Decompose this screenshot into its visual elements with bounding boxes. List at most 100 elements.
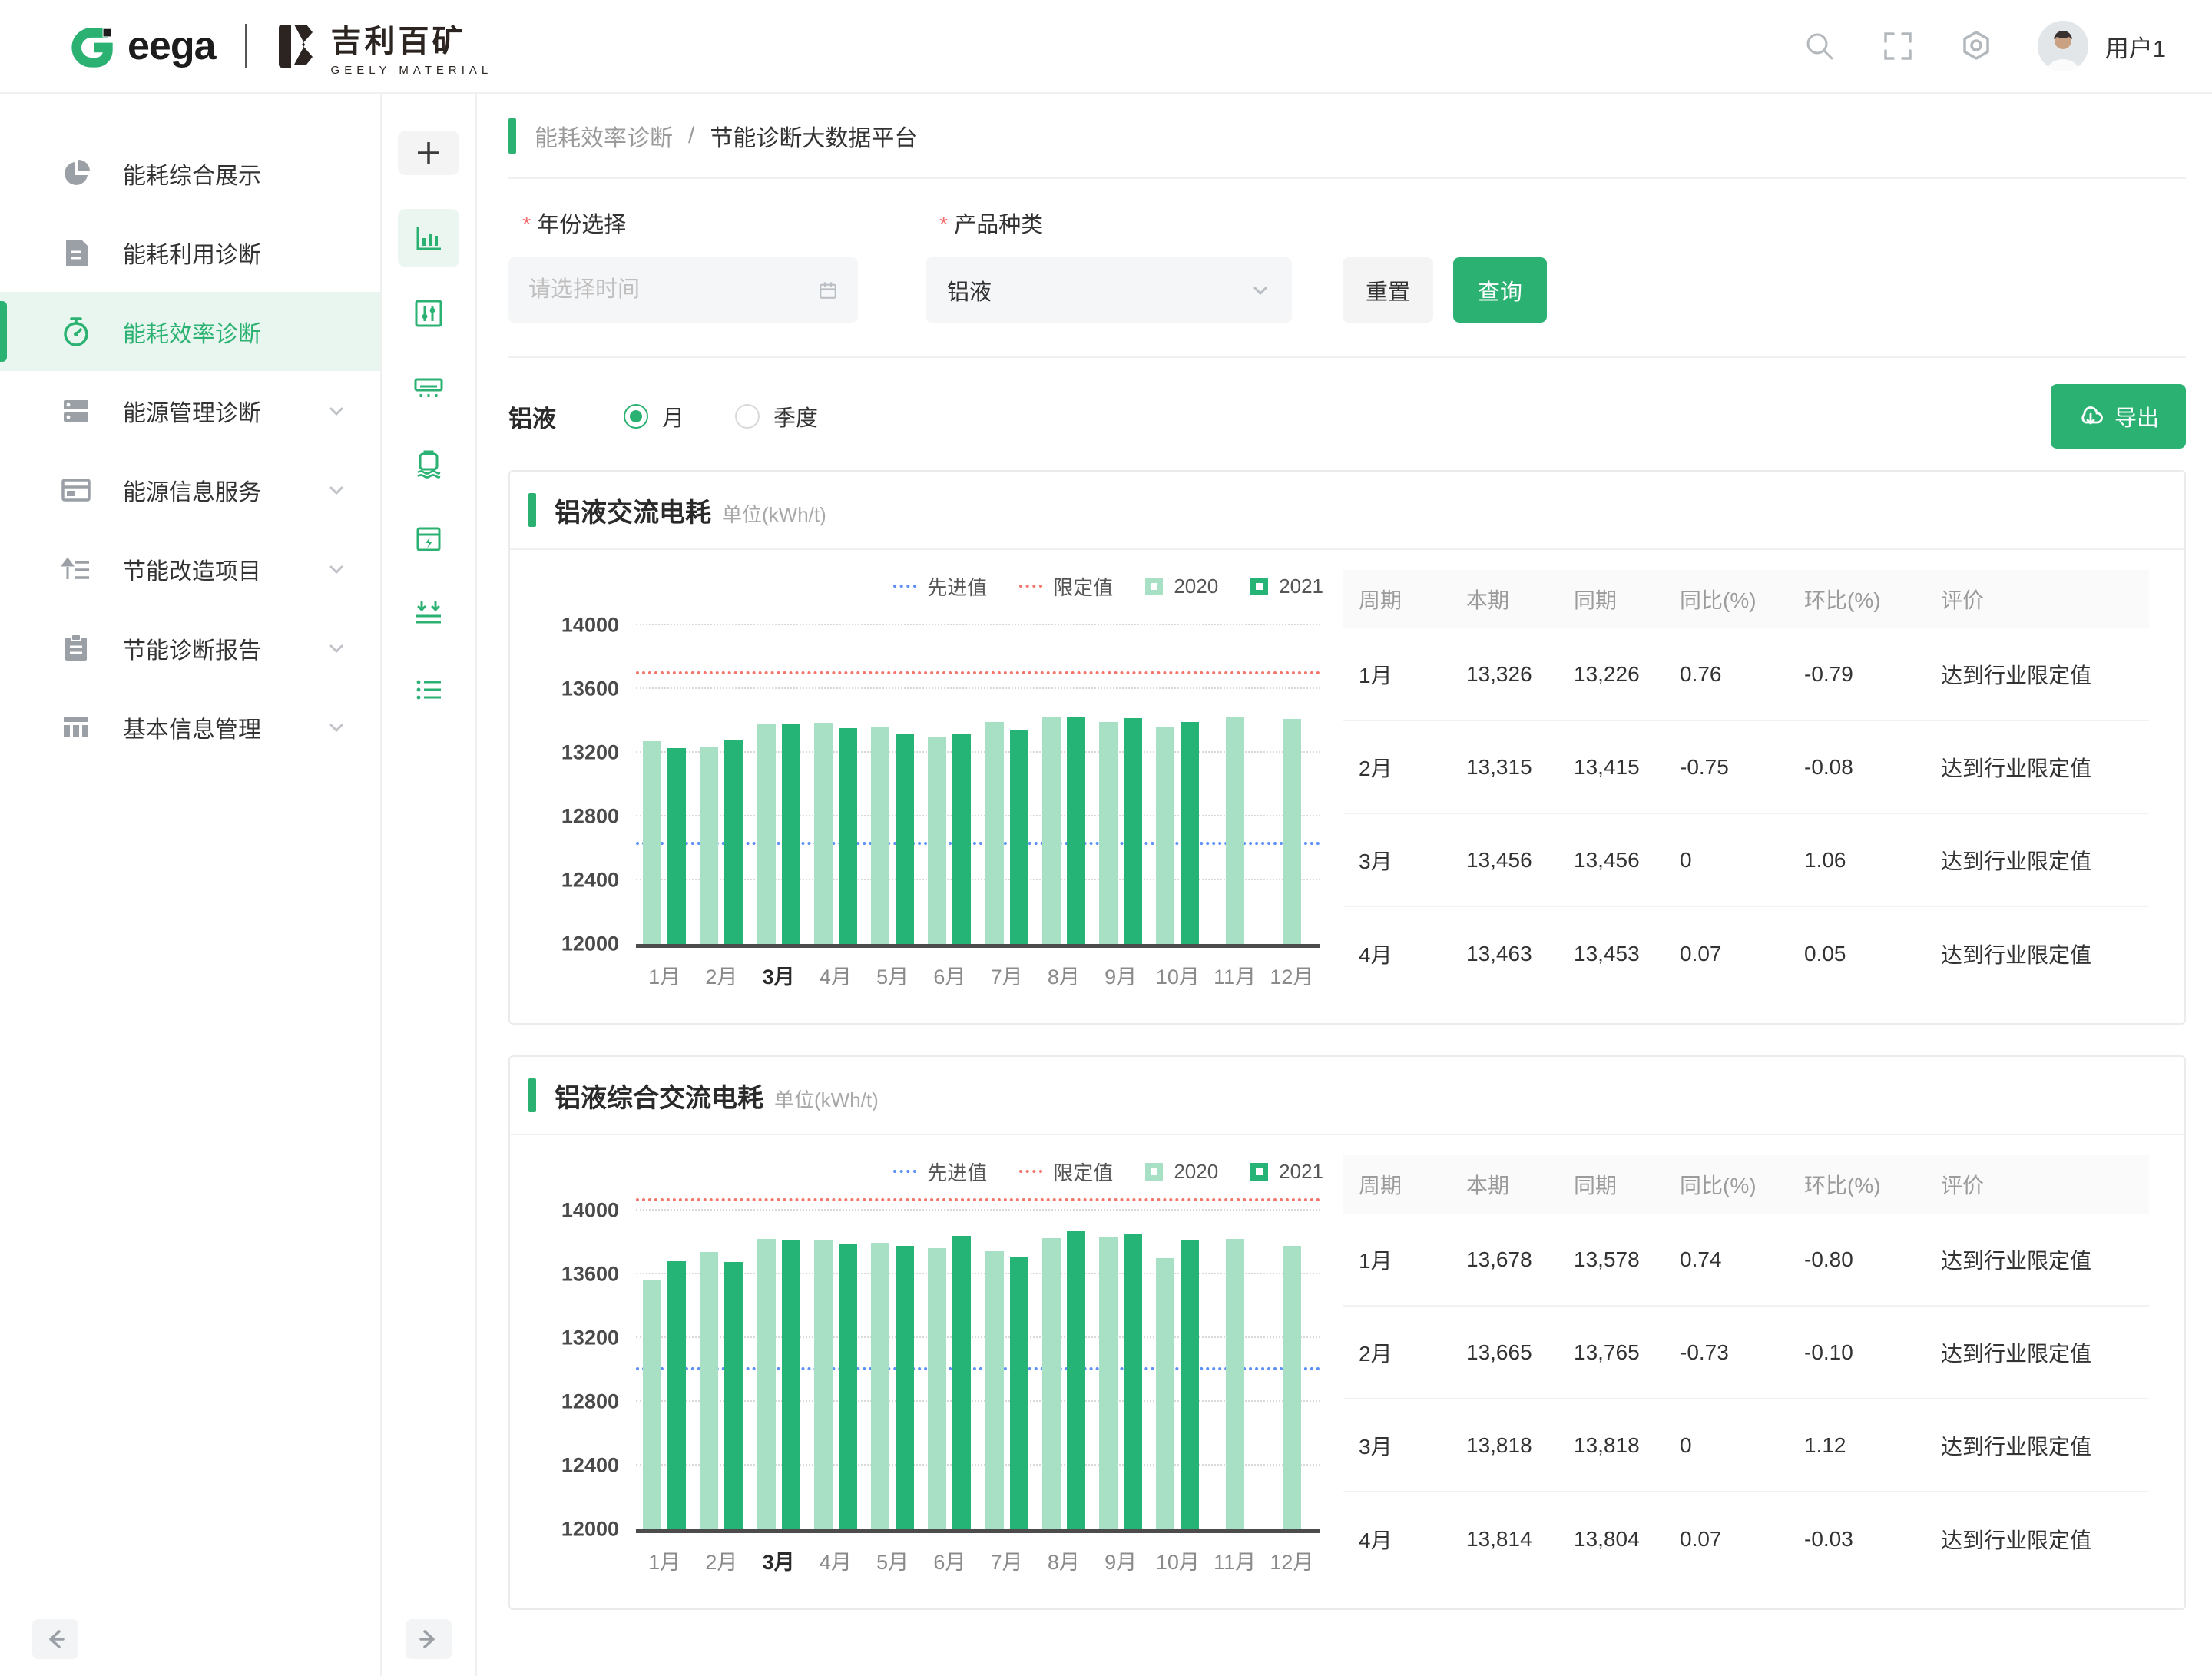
legend-item-2020[interactable]: 2020 bbox=[1145, 1160, 1218, 1184]
tool-water-tank[interactable] bbox=[398, 435, 459, 493]
y-axis-tick-label: 13200 bbox=[542, 1327, 619, 1350]
bar-2020 bbox=[814, 1240, 833, 1529]
user-menu[interactable]: 用户1 bbox=[2038, 21, 2166, 71]
data-table: 周期本期同期同比(%)环比(%)评价1月13,67813,5780.74-0.8… bbox=[1343, 1155, 2149, 1585]
calendar-icon bbox=[818, 278, 838, 303]
x-axis-tick-label: 10月 bbox=[1149, 960, 1206, 990]
sidebar: 能耗综合展示 能耗利用诊断 能耗效率诊断 bbox=[0, 94, 382, 1676]
year-date-picker[interactable] bbox=[508, 257, 858, 323]
legend-swatch bbox=[1145, 578, 1163, 595]
bar-2021 bbox=[896, 734, 914, 944]
breadcrumb-separator: / bbox=[688, 123, 694, 149]
tool-list[interactable] bbox=[398, 661, 459, 719]
sidebar-item-basic-info[interactable]: 基本信息管理 bbox=[0, 687, 380, 767]
bars-row bbox=[636, 1211, 1320, 1529]
breadcrumb-parent[interactable]: 能耗效率诊断 bbox=[535, 119, 673, 153]
bar-2020 bbox=[643, 1280, 661, 1529]
table-header-row: 周期本期同期同比(%)环比(%)评价 bbox=[1343, 1155, 2149, 1214]
sidebar-item-energy-info-service[interactable]: 能源信息服务 bbox=[0, 450, 380, 529]
table-cell: 4月 bbox=[1359, 1524, 1466, 1555]
search-icon[interactable] bbox=[1803, 29, 1836, 63]
stopwatch-icon bbox=[60, 316, 92, 348]
export-button[interactable]: 导出 bbox=[2051, 384, 2186, 449]
bar-2021 bbox=[667, 1261, 686, 1529]
fullscreen-icon[interactable] bbox=[1881, 29, 1915, 63]
table-cell: 0.76 bbox=[1680, 662, 1804, 687]
legend-item-先进值[interactable]: 先进值 bbox=[893, 1158, 987, 1186]
legend-item-2021[interactable]: 2021 bbox=[1250, 575, 1323, 598]
radio-month[interactable]: 月 bbox=[624, 400, 684, 432]
x-axis-tick-label: 8月 bbox=[1035, 960, 1092, 990]
sidebar-item-label: 能源管理诊断 bbox=[123, 394, 261, 428]
geega-logo: eega bbox=[69, 22, 216, 70]
bar-2020 bbox=[1156, 727, 1174, 944]
bar-2020 bbox=[1283, 719, 1301, 944]
table-cell: 13,814 bbox=[1466, 1527, 1574, 1552]
strip-expand-button[interactable] bbox=[406, 1619, 452, 1659]
x-axis-tick-label: 12月 bbox=[1263, 960, 1320, 990]
legend-item-限定值[interactable]: 限定值 bbox=[1019, 572, 1113, 601]
table-cell: 达到行业限定值 bbox=[1941, 659, 2149, 690]
table-cell: -0.03 bbox=[1804, 1527, 1941, 1552]
bar-group-8月 bbox=[1035, 1211, 1092, 1529]
bar-2020 bbox=[700, 1252, 718, 1529]
table-cell: 13,226 bbox=[1574, 662, 1680, 687]
table-cell: 达到行业限定值 bbox=[1941, 1524, 2149, 1555]
x-axis-tick-label: 9月 bbox=[1092, 1545, 1149, 1575]
bar-group-11月 bbox=[1207, 625, 1263, 944]
table-cell: -0.73 bbox=[1680, 1340, 1804, 1365]
radio-quarter[interactable]: 季度 bbox=[735, 400, 818, 432]
legend-item-2021[interactable]: 2021 bbox=[1250, 1160, 1323, 1184]
legend-item-2020[interactable]: 2020 bbox=[1145, 575, 1218, 598]
bar-group-5月 bbox=[864, 625, 921, 944]
xlabels: 1月2月3月4月5月6月7月8月9月10月11月12月 bbox=[636, 1545, 1320, 1575]
table-row: 2月13,31513,415-0.75-0.08达到行业限定值 bbox=[1343, 721, 2149, 814]
legend-label: 2020 bbox=[1174, 1160, 1218, 1184]
table-row: 4月13,46313,4530.070.05达到行业限定值 bbox=[1343, 907, 2149, 1000]
table-cell: 0 bbox=[1680, 848, 1804, 873]
document-icon bbox=[60, 237, 92, 269]
sidebar-item-energy-saving-projects[interactable]: 节能改造项目 bbox=[0, 529, 380, 608]
product-type-select[interactable]: 铝液 bbox=[926, 257, 1292, 323]
panel-title-text: 铝液综合交流电耗 bbox=[555, 1077, 763, 1115]
legend-item-先进值[interactable]: 先进值 bbox=[893, 572, 987, 601]
tool-import[interactable] bbox=[398, 585, 459, 644]
table-cell: 13,765 bbox=[1574, 1340, 1680, 1365]
y-axis-tick-label: 12400 bbox=[542, 1454, 619, 1478]
sidebar-item-energy-management[interactable]: 能源管理诊断 bbox=[0, 371, 380, 450]
table-cell: 达到行业限定值 bbox=[1941, 1244, 2149, 1275]
data-table: 周期本期同期同比(%)环比(%)评价1月13,32613,2260.76-0.7… bbox=[1343, 570, 2149, 1000]
table-cell: 13,804 bbox=[1574, 1527, 1680, 1552]
panel-accent-bar bbox=[528, 1078, 536, 1112]
tool-sliders[interactable] bbox=[398, 284, 459, 343]
legend-item-限定值[interactable]: 限定值 bbox=[1019, 1158, 1113, 1186]
add-button[interactable] bbox=[398, 131, 459, 175]
sidebar-item-energy-utilization[interactable]: 能耗利用诊断 bbox=[0, 213, 380, 292]
table-header-cell: 周期 bbox=[1359, 1169, 1466, 1200]
bar-2020 bbox=[871, 727, 889, 944]
x-axis-tick-label: 5月 bbox=[864, 1545, 921, 1575]
bar-chart-icon bbox=[412, 221, 445, 255]
panel-unit: 单位(kWh/t) bbox=[774, 1078, 879, 1113]
bar-2021 bbox=[1124, 718, 1142, 944]
query-button[interactable]: 查询 bbox=[1453, 257, 1547, 323]
tool-air-conditioner[interactable] bbox=[398, 359, 459, 418]
table-cell: 4月 bbox=[1359, 939, 1466, 969]
tool-power-box[interactable] bbox=[398, 510, 459, 568]
arrow-right-icon bbox=[417, 1628, 440, 1651]
sidebar-item-diagnosis-report[interactable]: 节能诊断报告 bbox=[0, 608, 380, 687]
settings-icon[interactable] bbox=[1959, 29, 1993, 63]
sidebar-item-energy-overview[interactable]: 能耗综合展示 bbox=[0, 134, 380, 213]
table-cell: 达到行业限定值 bbox=[1941, 845, 2149, 876]
y-axis-tick-label: 13200 bbox=[542, 741, 619, 765]
sidebar-item-energy-efficiency[interactable]: 能耗效率诊断 bbox=[0, 292, 380, 371]
bar-group-2月 bbox=[693, 625, 750, 944]
year-input[interactable] bbox=[528, 277, 818, 303]
sidebar-collapse-button[interactable] bbox=[32, 1619, 78, 1659]
table-cell: -0.80 bbox=[1804, 1247, 1941, 1272]
sidebar-item-label: 能耗利用诊断 bbox=[123, 236, 261, 270]
chevron-down-icon bbox=[326, 401, 346, 421]
reference-line-限定值 bbox=[636, 1198, 1320, 1201]
tool-bar-chart[interactable] bbox=[398, 209, 459, 267]
reset-button[interactable]: 重置 bbox=[1343, 257, 1433, 323]
